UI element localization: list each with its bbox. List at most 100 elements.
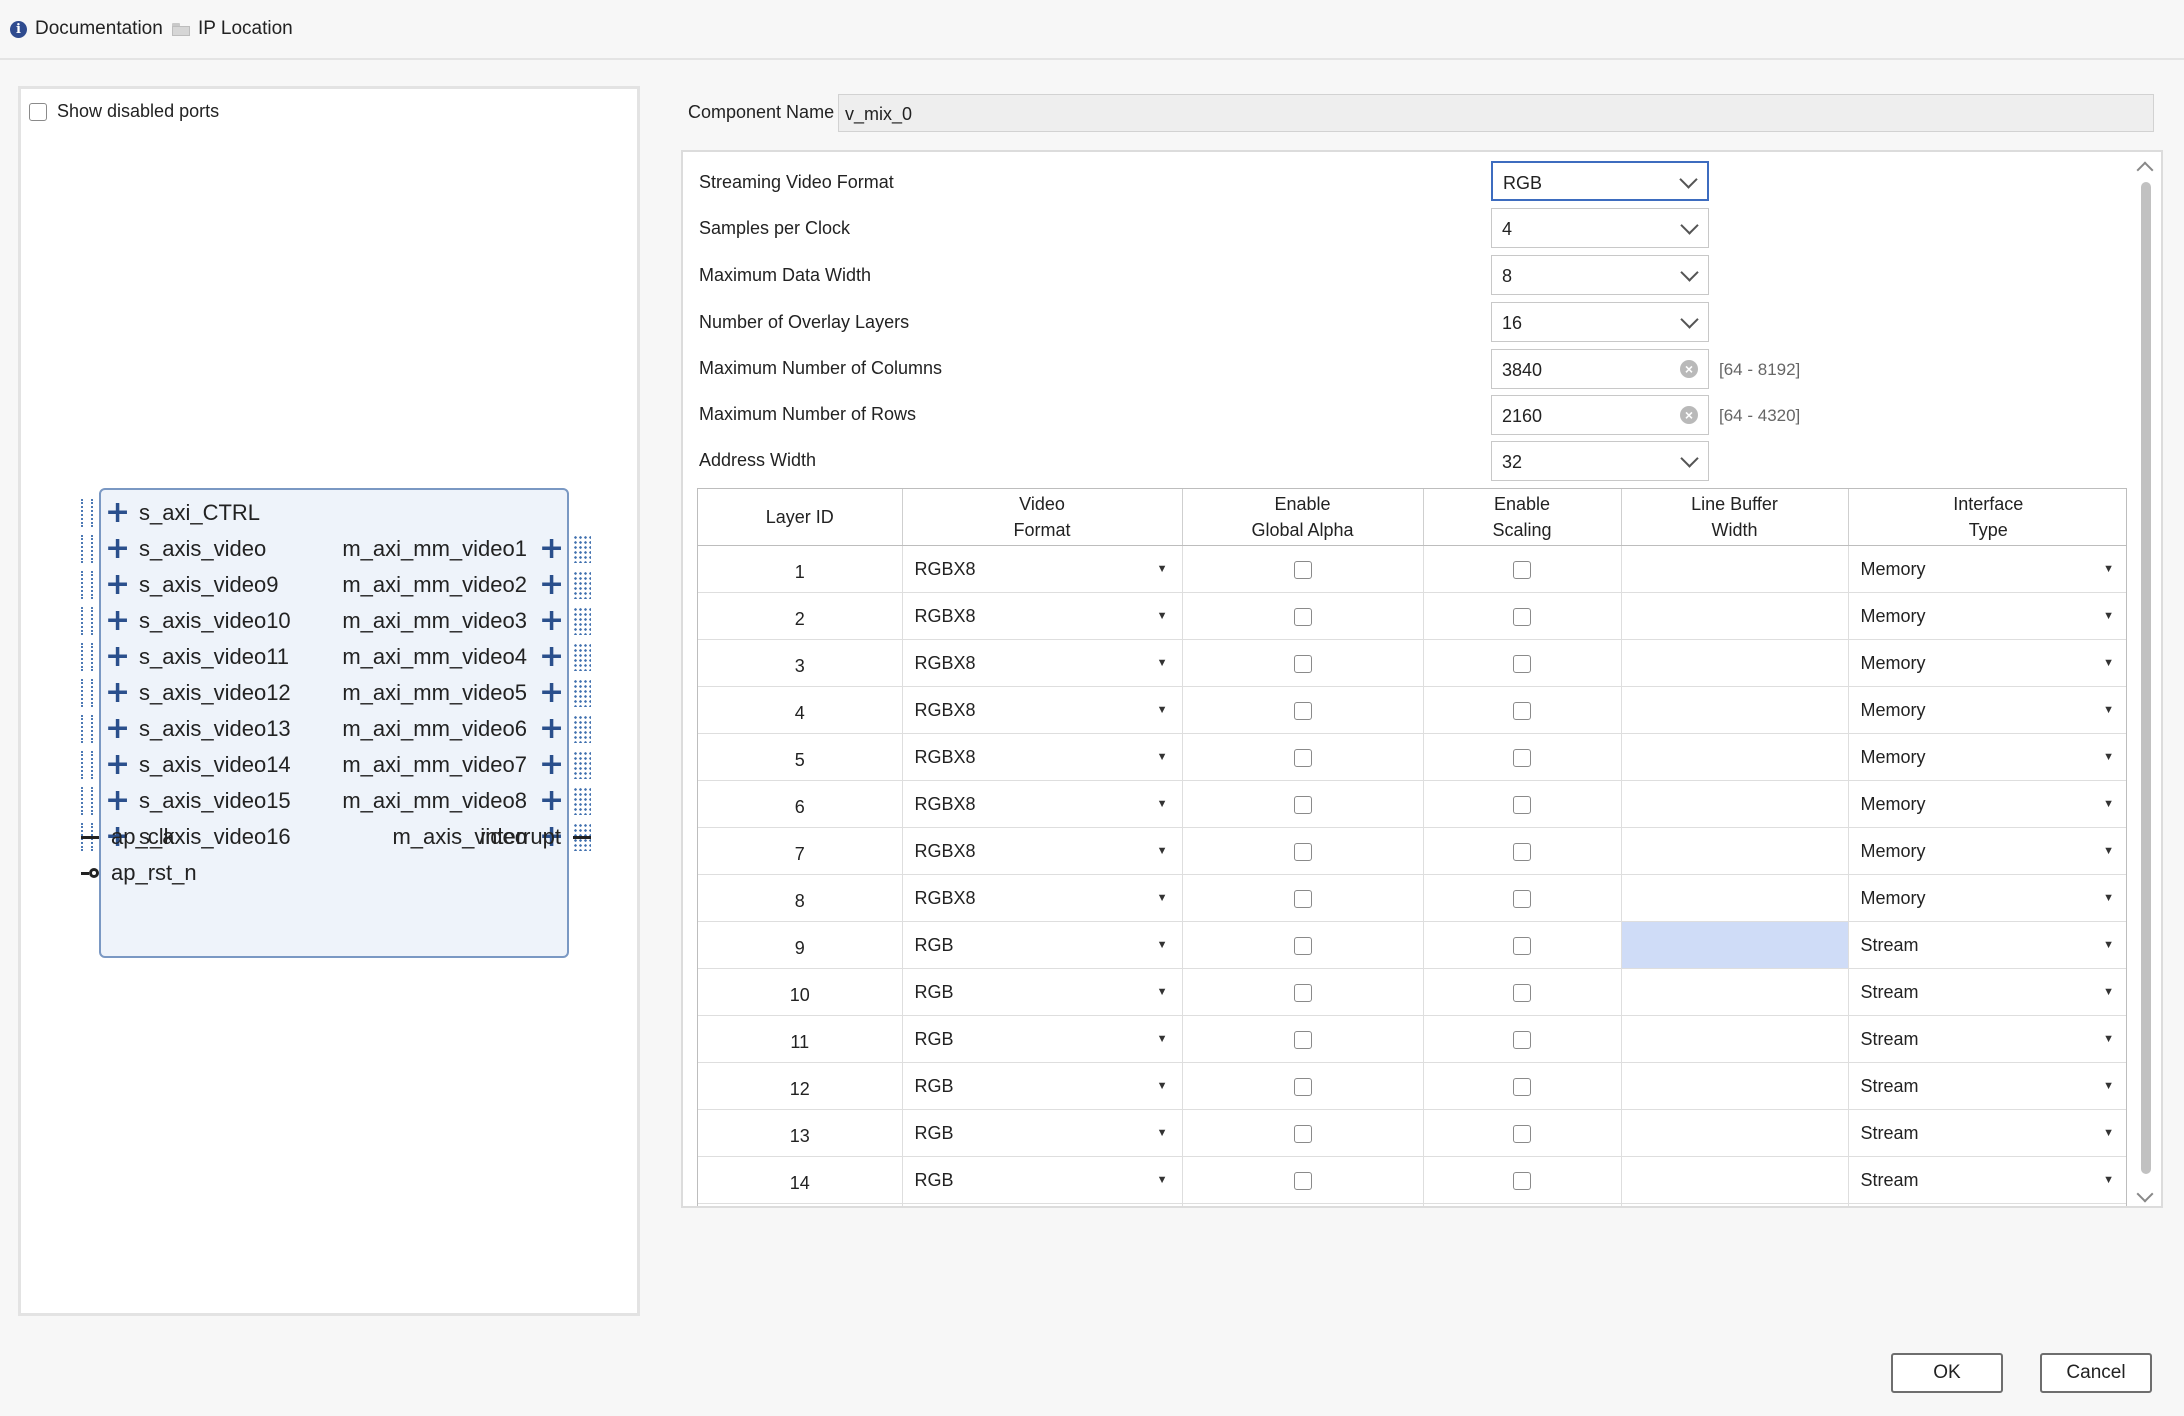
expand-icon[interactable]: + [539, 642, 564, 672]
cancel-button[interactable]: Cancel [2040, 1353, 2152, 1393]
ip-location-menu[interactable]: IP Location [172, 18, 293, 40]
vertical-scrollbar[interactable] [2135, 154, 2157, 1206]
line-buffer-width-cell[interactable] [1621, 639, 1849, 687]
scaling-checkbox[interactable] [1513, 1124, 1531, 1143]
video-format-select[interactable]: RGB▼ [902, 1156, 1183, 1204]
col-header-line-buffer[interactable]: Line Buffer Width [1621, 489, 1849, 546]
video-format-select[interactable]: RGBX8 ▼ [902, 827, 1183, 875]
show-disabled-ports-checkbox[interactable] [29, 102, 47, 121]
global-alpha-checkbox[interactable] [1293, 654, 1312, 673]
line-buffer-width-cell[interactable] [1621, 921, 1849, 969]
scaling-checkbox[interactable] [1513, 795, 1531, 814]
scrollbar-thumb[interactable] [2141, 182, 2151, 1174]
global-alpha-checkbox[interactable] [1293, 1171, 1312, 1190]
interface-type-select[interactable]: Stream▼ [1848, 921, 2126, 969]
interface-type-select[interactable]: Memory ▼ [1848, 874, 2126, 922]
line-buffer-width-cell[interactable] [1621, 827, 1849, 875]
global-alpha-checkbox[interactable] [1293, 936, 1312, 955]
expand-icon[interactable]: + [539, 534, 564, 564]
global-alpha-checkbox[interactable] [1293, 1030, 1312, 1049]
line-buffer-width-cell[interactable] [1621, 780, 1849, 828]
interface-type-select[interactable]: Memory ▼ [1848, 592, 2126, 640]
clear-icon[interactable]: × [1680, 360, 1698, 378]
expand-icon[interactable]: + [539, 606, 564, 636]
samples-per-clock-select[interactable]: 4 [1491, 208, 1709, 248]
expand-icon[interactable]: + [105, 750, 130, 780]
interface-type-select[interactable]: Memory ▼ [1848, 545, 2126, 593]
num-overlay-layers-select[interactable]: 16 [1491, 302, 1709, 342]
expand-icon[interactable]: + [105, 678, 130, 708]
global-alpha-checkbox[interactable] [1293, 701, 1312, 720]
expand-icon[interactable]: + [539, 570, 564, 600]
video-format-select[interactable]: RGBX8 ▼ [902, 780, 1183, 828]
global-alpha-checkbox[interactable] [1293, 842, 1312, 861]
line-buffer-width-cell[interactable] [1621, 1062, 1849, 1110]
video-format-select[interactable]: RGBX8 ▼ [902, 592, 1183, 640]
expand-icon[interactable]: + [105, 642, 130, 672]
show-disabled-ports-option[interactable]: Show disabled ports [29, 101, 219, 122]
scaling-checkbox[interactable] [1513, 1030, 1531, 1049]
scroll-up-icon[interactable] [2136, 161, 2154, 179]
scaling-checkbox[interactable] [1513, 889, 1531, 908]
line-buffer-width-cell[interactable] [1621, 733, 1849, 781]
col-header-global-alpha[interactable]: Enable Global Alpha [1182, 489, 1424, 546]
video-format-select[interactable]: RGBX8 ▼ [902, 733, 1183, 781]
scaling-checkbox[interactable] [1513, 560, 1531, 579]
col-header-layer-id[interactable]: Layer ID [698, 489, 903, 546]
max-data-width-select[interactable]: 8 [1491, 255, 1709, 295]
interface-type-select[interactable]: Stream▼ [1848, 1062, 2126, 1110]
video-format-select[interactable]: RGB▼ [902, 1062, 1183, 1110]
expand-icon[interactable]: + [539, 678, 564, 708]
interface-type-select[interactable]: Stream▼ [1848, 1203, 2126, 1206]
expand-icon[interactable]: + [539, 786, 564, 816]
video-format-select[interactable]: RGB▼ [902, 968, 1183, 1016]
expand-icon[interactable]: + [105, 498, 130, 528]
interface-type-select[interactable]: Memory ▼ [1848, 780, 2126, 828]
video-format-select[interactable]: RGBX8 ▼ [902, 639, 1183, 687]
scaling-checkbox[interactable] [1513, 842, 1531, 861]
address-width-select[interactable]: 32 [1491, 441, 1709, 481]
global-alpha-checkbox[interactable] [1293, 795, 1312, 814]
global-alpha-checkbox[interactable] [1293, 889, 1312, 908]
interface-type-select[interactable]: Stream▼ [1848, 1109, 2126, 1157]
interface-type-select[interactable]: Stream▼ [1848, 1156, 2126, 1204]
interface-type-select[interactable]: Memory ▼ [1848, 827, 2126, 875]
global-alpha-checkbox[interactable] [1293, 1077, 1312, 1096]
interface-type-select[interactable]: Memory ▼ [1848, 686, 2126, 734]
scaling-checkbox[interactable] [1513, 654, 1531, 673]
video-format-select[interactable]: RGB▼ [902, 1109, 1183, 1157]
streaming-video-format-select[interactable]: RGB [1491, 161, 1709, 201]
documentation-menu[interactable]: i Documentation [10, 18, 163, 40]
line-buffer-width-cell[interactable] [1621, 874, 1849, 922]
line-buffer-width-cell[interactable] [1621, 1015, 1849, 1063]
expand-icon[interactable]: + [105, 534, 130, 564]
global-alpha-checkbox[interactable] [1293, 983, 1312, 1002]
line-buffer-width-cell[interactable] [1621, 592, 1849, 640]
interface-type-select[interactable]: Memory ▼ [1848, 639, 2126, 687]
video-format-select[interactable]: RGB▼ [902, 921, 1183, 969]
video-format-select[interactable]: RGB▼ [902, 1203, 1183, 1206]
col-header-scaling[interactable]: Enable Scaling [1423, 489, 1622, 546]
expand-icon[interactable]: + [105, 570, 130, 600]
max-rows-input[interactable]: 2160 × [1491, 395, 1709, 435]
video-format-select[interactable]: RGB▼ [902, 1015, 1183, 1063]
scaling-checkbox[interactable] [1513, 607, 1531, 626]
interface-type-select[interactable]: Memory ▼ [1848, 733, 2126, 781]
interface-type-select[interactable]: Stream▼ [1848, 968, 2126, 1016]
ok-button[interactable]: OK [1891, 1353, 2003, 1393]
clear-icon[interactable]: × [1680, 406, 1698, 424]
line-buffer-width-cell[interactable] [1621, 968, 1849, 1016]
line-buffer-width-cell[interactable] [1621, 686, 1849, 734]
video-format-select[interactable]: RGBX8 ▼ [902, 545, 1183, 593]
scaling-checkbox[interactable] [1513, 748, 1531, 767]
global-alpha-checkbox[interactable] [1293, 607, 1312, 626]
scaling-checkbox[interactable] [1513, 936, 1531, 955]
line-buffer-width-cell[interactable] [1621, 1109, 1849, 1157]
expand-icon[interactable]: + [539, 750, 564, 780]
video-format-select[interactable]: RGBX8 ▼ [902, 686, 1183, 734]
max-columns-input[interactable]: 3840 × [1491, 349, 1709, 389]
scaling-checkbox[interactable] [1513, 1077, 1531, 1096]
col-header-interface-type[interactable]: Interface Type [1848, 489, 2126, 546]
expand-icon[interactable]: + [105, 606, 130, 636]
col-header-video-format[interactable]: Video Format [902, 489, 1183, 546]
